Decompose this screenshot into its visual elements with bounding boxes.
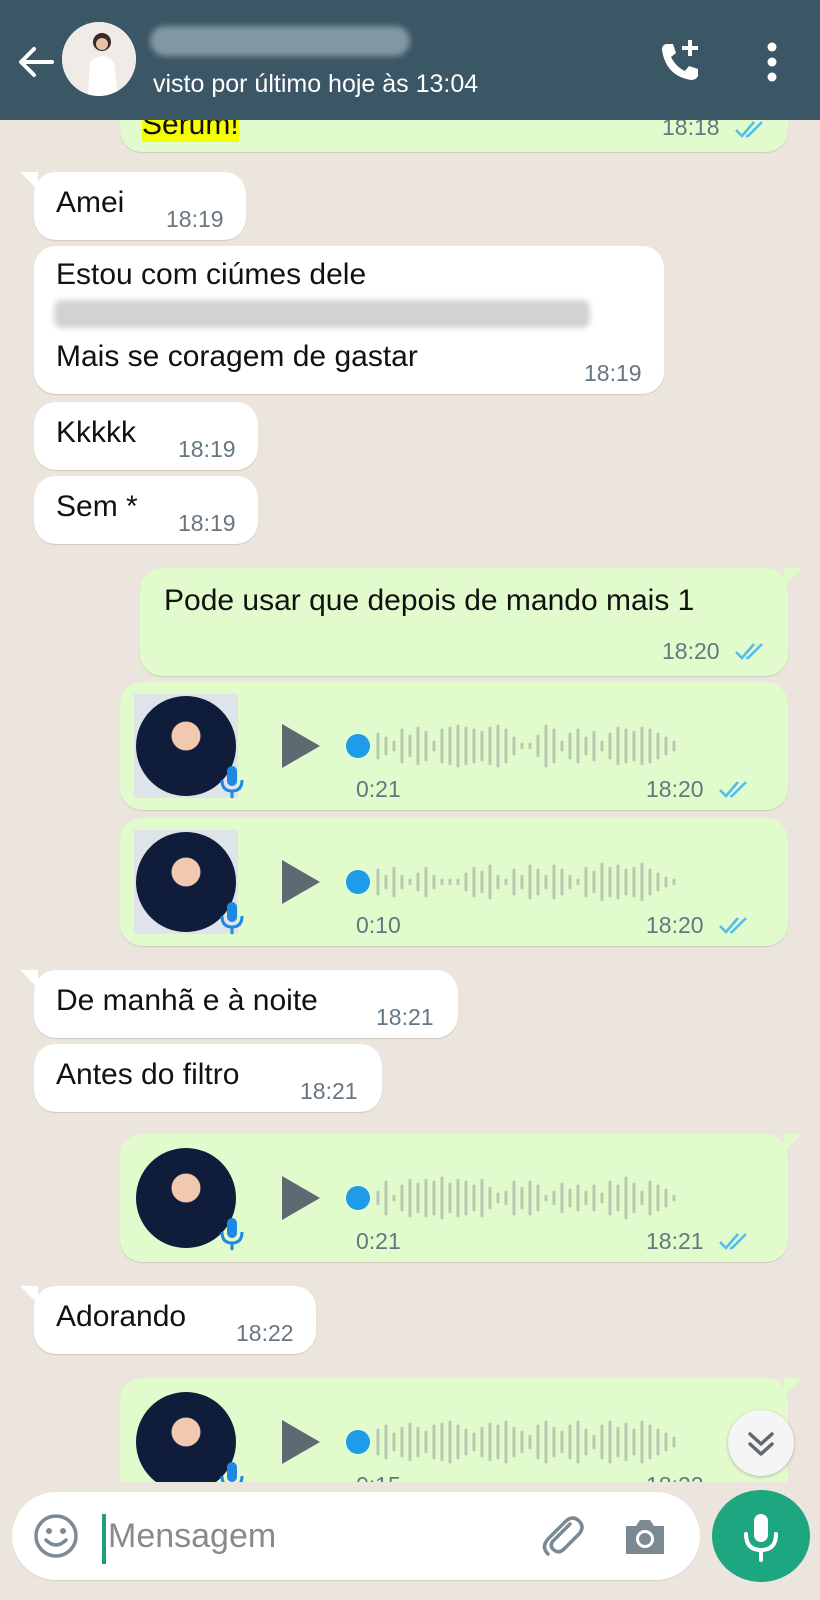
audio-message[interactable]: 0:10 18:20 — [120, 818, 788, 946]
camera-icon — [626, 1520, 664, 1554]
voice-record-button[interactable] — [712, 1490, 810, 1582]
more-options-button[interactable] — [752, 38, 792, 88]
message-input[interactable] — [108, 1510, 508, 1562]
audio-message[interactable]: 0:15 18:22 — [120, 1378, 802, 1482]
double-chevron-down-icon — [748, 1432, 774, 1456]
redacted-text — [54, 300, 590, 328]
bubble-tail — [20, 1286, 38, 1304]
message-text: Antes do filtro — [56, 1058, 240, 1091]
attach-button[interactable] — [536, 1510, 586, 1560]
message-incoming[interactable]: Kkkkk 18:19 — [34, 402, 258, 470]
contact-avatar[interactable] — [62, 22, 136, 96]
back-button[interactable] — [14, 40, 58, 84]
message-text-line: Mais se coragem de gastar — [56, 340, 418, 373]
message-text: Sem * — [56, 490, 138, 523]
bubble-tail — [20, 970, 38, 988]
audio-waveform[interactable] — [342, 852, 746, 912]
read-ticks-icon — [735, 121, 763, 138]
message-incoming[interactable]: Amei 18:19 — [20, 172, 246, 240]
message-text-line: Estou com ciúmes dele — [56, 258, 367, 291]
audio-message[interactable]: 0:21 18:20 — [120, 682, 788, 810]
message-time: 18:22 — [646, 1472, 704, 1482]
message-time: 18:22 — [236, 1320, 294, 1346]
message-text: Amei — [56, 186, 125, 219]
message-time: 18:19 — [178, 436, 236, 462]
audio-waveform[interactable] — [342, 1168, 746, 1228]
bubble-tail — [784, 1134, 802, 1152]
message-time: 18:21 — [300, 1078, 358, 1104]
audio-duration: 0:21 — [356, 776, 401, 802]
play-icon[interactable] — [280, 1174, 322, 1222]
text-caret — [102, 1514, 106, 1564]
audio-duration: 0:10 — [356, 912, 401, 938]
more-vert-icon — [767, 42, 777, 82]
message-incoming[interactable]: De manhã e à noite 18:21 — [20, 970, 458, 1038]
audio-duration: 0:15 — [356, 1472, 401, 1482]
audio-duration: 0:21 — [356, 1228, 401, 1254]
play-icon[interactable] — [280, 722, 322, 770]
scroll-to-bottom-button[interactable] — [728, 1410, 794, 1476]
message-incoming[interactable]: Adorando 18:22 — [20, 1286, 316, 1354]
emoji-button[interactable] — [32, 1512, 80, 1560]
message-text: Pode usar que depois de mando mais 1 — [164, 584, 695, 617]
message-time: 18:19 — [166, 206, 224, 232]
message-time: 18:20 — [646, 912, 704, 938]
message-time: 18:21 — [376, 1004, 434, 1030]
message-outgoing[interactable]: Pode usar que depois de mando mais 1 18:… — [140, 568, 802, 676]
message-text: Serum! — [142, 120, 239, 142]
message-time: 18:20 — [646, 776, 704, 802]
mic-icon — [220, 1218, 244, 1250]
mic-icon — [220, 902, 244, 934]
read-ticks-icon — [719, 917, 747, 934]
audio-waveform[interactable] — [342, 1412, 746, 1472]
add-call-button[interactable] — [656, 36, 706, 86]
camera-button[interactable] — [620, 1512, 670, 1562]
message-incoming[interactable]: Antes do filtro 18:21 — [34, 1044, 382, 1112]
play-icon[interactable] — [280, 1418, 322, 1466]
message-composer — [0, 1482, 820, 1600]
message-time: 18:19 — [584, 360, 642, 386]
message-time: 18:21 — [646, 1228, 704, 1254]
read-ticks-icon — [719, 781, 747, 798]
message-text: Adorando — [56, 1300, 187, 1333]
mic-icon — [220, 766, 244, 798]
read-ticks-icon — [735, 643, 763, 660]
bubble-tail — [784, 568, 802, 586]
message-input-container[interactable] — [12, 1492, 700, 1580]
message-time: 18:19 — [178, 510, 236, 536]
read-ticks-icon — [719, 1233, 747, 1250]
audio-waveform[interactable] — [342, 716, 746, 776]
message-time: 18:20 — [662, 638, 720, 664]
paperclip-icon — [542, 1516, 584, 1556]
audio-message[interactable]: 0:21 18:21 — [120, 1134, 802, 1262]
last-seen-status: visto por último hoje às 13:04 — [153, 70, 479, 98]
contact-name-redacted[interactable] — [150, 26, 410, 56]
message-time: 18:18 — [662, 120, 720, 140]
message-text: De manhã e à noite — [56, 984, 318, 1017]
message-text: Kkkkk — [56, 416, 137, 449]
chat-area[interactable]: Serum! 18:18 Amei 18:19 Estou com ciúmes… — [0, 120, 820, 1482]
chat-header: visto por último hoje às 13:04 — [0, 0, 820, 120]
message-incoming[interactable]: Estou com ciúmes dele Mais se coragem de… — [34, 246, 664, 394]
message-incoming[interactable]: Sem * 18:19 — [34, 476, 258, 544]
arrow-left-icon — [19, 47, 54, 77]
mic-icon — [744, 1514, 778, 1562]
add-call-icon — [662, 40, 698, 80]
mic-icon — [220, 1462, 244, 1482]
emoji-icon — [34, 1514, 78, 1558]
bubble-tail — [784, 1378, 802, 1396]
message-outgoing[interactable]: Serum! 18:18 — [120, 120, 788, 152]
play-icon[interactable] — [280, 858, 322, 906]
bubble-tail — [20, 172, 38, 190]
